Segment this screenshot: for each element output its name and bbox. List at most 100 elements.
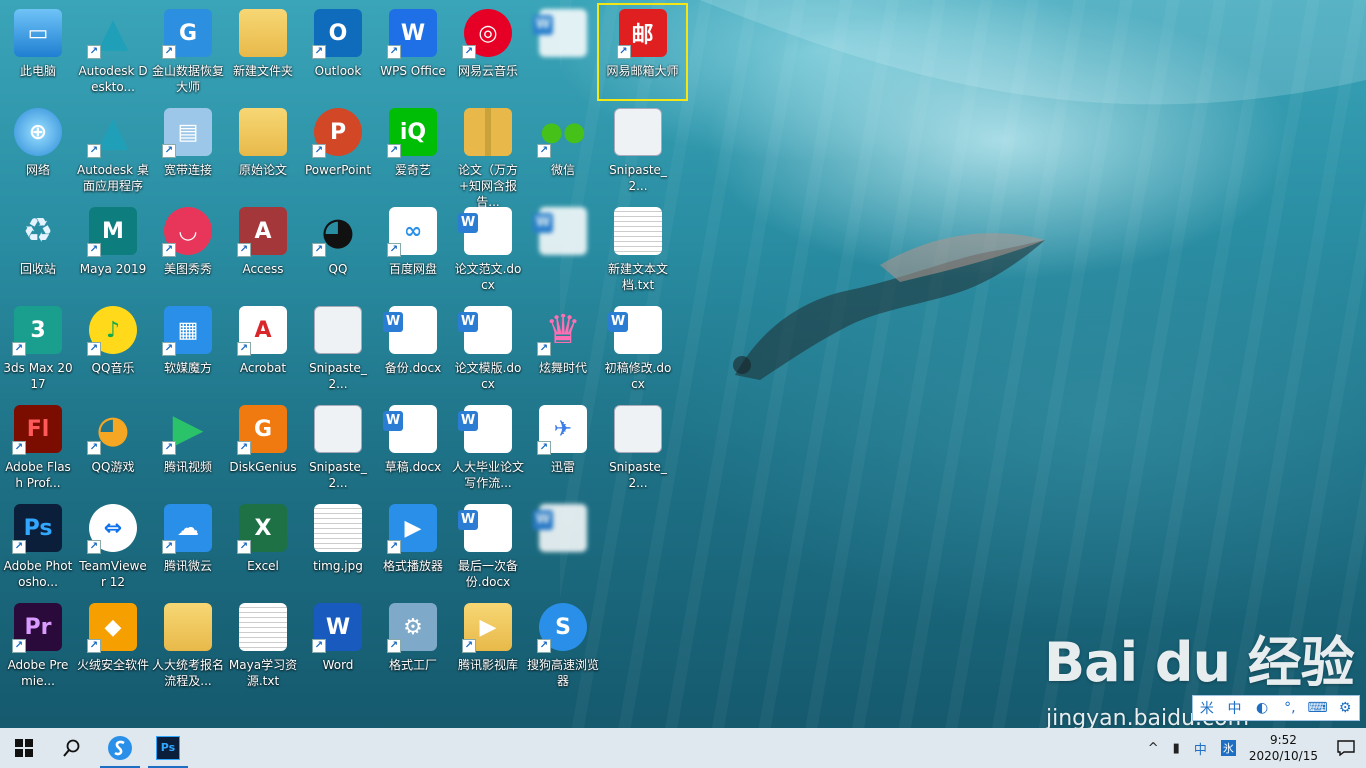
huorong-icon: ◆ ↗ (87, 603, 137, 653)
ime-settings-icon[interactable]: ⚙ (1334, 700, 1356, 716)
desktop-icon[interactable]: ♛ ↗ 炫舞时代 (526, 302, 600, 397)
desktop-icon[interactable]: 初稿修改.docx (601, 302, 675, 397)
desktop-icon[interactable]: G ↗ DiskGenius (226, 401, 300, 496)
desktop-icon[interactable]: 论文范文.docx (451, 203, 525, 298)
shortcut-arrow-icon: ↗ (162, 540, 176, 554)
desktop-icon[interactable]: 备份.docx (376, 302, 450, 397)
ime-chinese-toggle[interactable]: 中 (1223, 698, 1245, 718)
tray-ime-icon[interactable]: 氷 (1220, 740, 1236, 756)
desktop-icon[interactable]: ⊕ 网络 (1, 104, 75, 199)
desktop-icon[interactable]: ▶ ↗ 腾讯影视库 (451, 599, 525, 694)
search-button[interactable] (48, 728, 96, 768)
desktop-icon[interactable]: ▶ ↗ 腾讯视频 (151, 401, 225, 496)
shortcut-arrow-icon: ↗ (162, 243, 176, 257)
ime-keyboard-icon[interactable]: ⌨ (1306, 700, 1328, 716)
tray-overflow-chevron-icon[interactable]: ^ (1148, 741, 1159, 756)
desktop-icon[interactable]: 草稿.docx (376, 401, 450, 496)
desktop-icon[interactable] (526, 5, 600, 100)
desktop-icon-label: Snipaste_2... (609, 163, 667, 193)
notification-center-button[interactable] (1326, 728, 1366, 768)
ime-toolbar[interactable]: 米 中 ◐ °, ⌨ ⚙ (1192, 695, 1360, 721)
desktop-icon[interactable]: A ↗ Access (226, 203, 300, 298)
desktop-icon[interactable]: ⇔ ↗ TeamViewer 12 (76, 500, 150, 595)
tencent-video-icon: ▶ ↗ (162, 405, 212, 455)
desktop-icon[interactable]: G ↗ 金山数据恢复大师 (151, 5, 225, 100)
desktop-icon[interactable]: 邮 ↗ 网易邮箱大师 (597, 3, 688, 101)
desktop-icon[interactable]: 人大统考报名流程及... (151, 599, 225, 694)
desktop-icon[interactable]: timg.jpg (301, 500, 375, 595)
ime-punctuation-icon[interactable]: °, (1279, 700, 1301, 716)
format-factory-icon: ⚙ ↗ (387, 603, 437, 653)
desktop-icon[interactable]: S ↗ 搜狗高速浏览器 (526, 599, 600, 694)
taskbar-sogou-browser[interactable] (96, 728, 144, 768)
desktop-icon[interactable]: M ↗ Maya 2019 (76, 203, 150, 298)
desktop-icon[interactable]: ☁ ↗ 腾讯微云 (151, 500, 225, 595)
desktop-icon[interactable]: 论文（万方+知网含报告... (451, 104, 525, 209)
desktop-icon[interactable]: ▶ ↗ 格式播放器 (376, 500, 450, 595)
netease-music-icon: ◎ ↗ (462, 9, 512, 59)
desktop-icon[interactable]: ◕ ↗ QQ (301, 203, 375, 298)
ime-logo-icon[interactable]: 米 (1196, 698, 1218, 718)
desktop-icon[interactable]: Pr ↗ Adobe Premie... (1, 599, 75, 694)
tray-input-language[interactable]: 中 (1194, 739, 1207, 758)
desktop-icon[interactable]: 新建文本文档.txt (601, 203, 675, 298)
desktop-icon[interactable]: Fl ↗ Adobe Flash Prof... (1, 401, 75, 496)
desktop-icon[interactable]: ▦ ↗ 软媒魔方 (151, 302, 225, 397)
desktop-icon[interactable]: ▲ ↗ Autodesk Deskto... (76, 5, 150, 100)
desktop-icon[interactable]: Maya学习资源.txt (226, 599, 300, 694)
desktop-icon-label: 初稿修改.docx (604, 361, 672, 391)
desktop-icon[interactable]: W ↗ WPS Office (376, 5, 450, 100)
desktop-icon[interactable]: 论文模版.docx (451, 302, 525, 397)
desktop-icon[interactable] (526, 203, 600, 298)
start-button[interactable] (0, 728, 48, 768)
ime-halfwidth-icon[interactable]: ◐ (1251, 700, 1273, 716)
taskbar-clock[interactable]: 9:52 2020/10/15 (1249, 732, 1318, 764)
desktop-icon[interactable]: Snipaste_2... (301, 401, 375, 496)
ruanmei-icon: ▦ ↗ (162, 306, 212, 356)
desktop-icon[interactable]: Snipaste_2... (601, 104, 675, 199)
shortcut-arrow-icon: ↗ (162, 45, 176, 59)
outlook-icon: O ↗ (312, 9, 362, 59)
recycle-bin-icon: ♻ (22, 211, 54, 251)
desktop-icon[interactable]: ◡ ↗ 美图秀秀 (151, 203, 225, 298)
desktop-icon[interactable]: ◕ ↗ QQ游戏 (76, 401, 150, 496)
flash-icon: Fl ↗ (12, 405, 62, 455)
desktop-icon[interactable]: 人大毕业论文写作流... (451, 401, 525, 496)
desktop-icon[interactable]: ▲ ↗ Autodesk 桌面应用程序 (76, 104, 150, 199)
desktop-icon[interactable]: 3 ↗ 3ds Max 2017 (1, 302, 75, 397)
desktop-icon[interactable]: ▤ ↗ 宽带连接 (151, 104, 225, 199)
desktop-icon[interactable]: ♻ 回收站 (1, 203, 75, 298)
desktop-icon[interactable]: ●● ↗ 微信 (526, 104, 600, 199)
desktop-icon[interactable]: ∞ ↗ 百度网盘 (376, 203, 450, 298)
tray-bookmark-icon[interactable]: ▮ (1173, 741, 1180, 756)
desktop-icon-label: 美图秀秀 (163, 262, 212, 276)
desktop-icon[interactable]: ♪ ↗ QQ音乐 (76, 302, 150, 397)
desktop-icon[interactable]: Snipaste_2... (301, 302, 375, 397)
desktop-icon[interactable]: iQ ↗ 爱奇艺 (376, 104, 450, 199)
desktop-icon[interactable]: Snipaste_2... (601, 401, 675, 496)
recovery-icon: G ↗ (162, 9, 212, 59)
maya-icon: M ↗ (87, 207, 137, 257)
desktop-icon[interactable]: Ps ↗ Adobe Photosho... (1, 500, 75, 595)
diskgenius-icon: G ↗ (237, 405, 287, 455)
desktop-icon[interactable]: O ↗ Outlook (301, 5, 375, 100)
desktop-icon[interactable]: ✈ ↗ 迅雷 (526, 401, 600, 496)
desktop-icon[interactable] (526, 500, 600, 595)
taskbar-photoshop[interactable]: Ps (144, 728, 192, 768)
desktop-icon[interactable]: P ↗ PowerPoint (301, 104, 375, 199)
desktop-icon[interactable]: 最后一次备份.docx (451, 500, 525, 595)
word-doc-icon (383, 405, 437, 453)
desktop-icon[interactable]: X ↗ Excel (226, 500, 300, 595)
desktop-icon[interactable]: ◆ ↗ 火绒安全软件 (76, 599, 150, 694)
desktop-icon[interactable]: ⚙ ↗ 格式工厂 (376, 599, 450, 694)
word-doc-icon (608, 306, 662, 354)
shortcut-arrow-icon: ↗ (87, 45, 101, 59)
desktop-icon[interactable]: ▭ 此电脑 (1, 5, 75, 100)
desktop-icon[interactable]: ◎ ↗ 网易云音乐 (451, 5, 525, 100)
word-doc-icon (458, 306, 512, 354)
desktop-icon[interactable]: 原始论文 (226, 104, 300, 199)
desktop-icon[interactable]: W ↗ Word (301, 599, 375, 694)
system-tray: ^ ▮ 中 氷 9:52 2020/10/15 (1141, 728, 1366, 768)
desktop-icon[interactable]: 新建文件夹 (226, 5, 300, 100)
desktop-icon[interactable]: A ↗ Acrobat (226, 302, 300, 397)
